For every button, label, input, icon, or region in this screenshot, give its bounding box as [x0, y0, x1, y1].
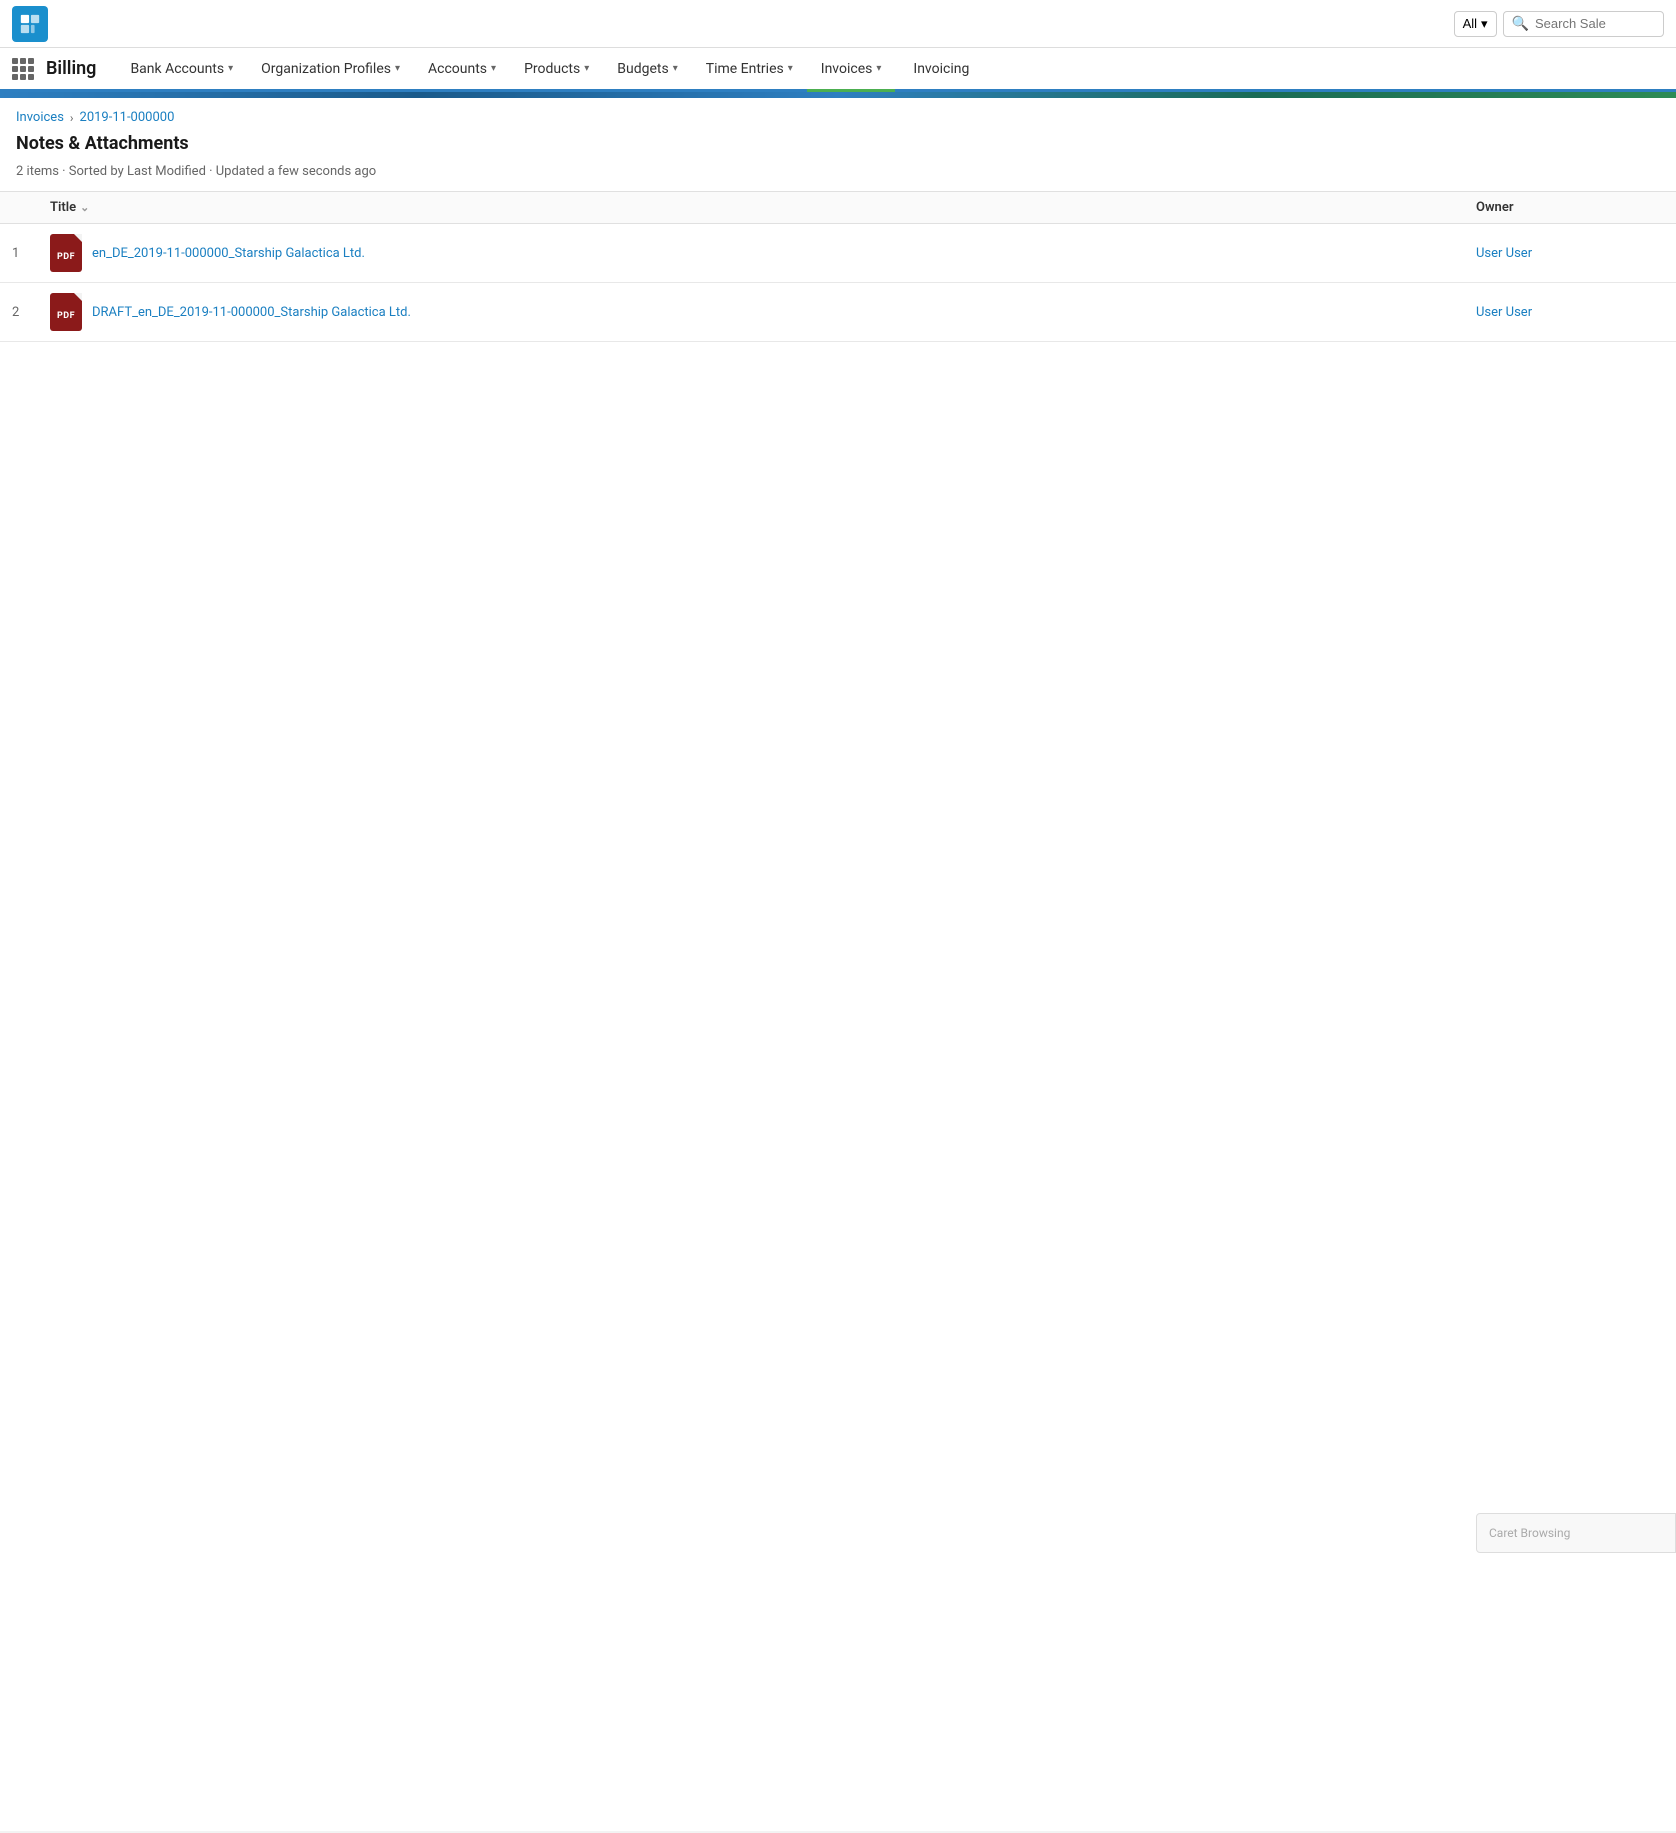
search-input[interactable] — [1535, 16, 1655, 31]
pdf-file-icon: PDF — [50, 234, 82, 272]
sort-icon: ⌄ — [80, 201, 89, 214]
table-row: 2 PDF DRAFT_en_DE_2019-11-000000_Starshi… — [0, 283, 1676, 342]
nav-item-bank-accounts[interactable]: Bank Accounts ▾ — [116, 48, 247, 92]
title-column-label: Title — [50, 200, 76, 215]
search-area: All ▾ 🔍 — [1454, 11, 1664, 37]
nav-label-org-profiles: Organization Profiles — [261, 61, 391, 77]
subtitle: 2 items · Sorted by Last Modified · Upda… — [0, 158, 1676, 191]
row-file-link[interactable]: en_DE_2019-11-000000_Starship Galactica … — [92, 246, 365, 261]
nav-label-bank-accounts: Bank Accounts — [130, 61, 224, 77]
breadcrumb-parent-link[interactable]: Invoices — [16, 110, 64, 125]
page-header: Notes & Attachments — [0, 129, 1676, 158]
pdf-file-icon: PDF — [50, 293, 82, 331]
nav-item-org-profiles[interactable]: Organization Profiles ▾ — [247, 48, 414, 92]
row-number: 1 — [0, 246, 50, 261]
nav-label-products: Products — [524, 61, 580, 77]
nav-label-accounts: Accounts — [428, 61, 487, 77]
col-title-header[interactable]: Title ⌄ — [50, 200, 1476, 215]
chevron-down-icon: ▾ — [491, 63, 496, 74]
nav-label-time-entries: Time Entries — [706, 61, 784, 77]
breadcrumb: Invoices › 2019-11-000000 — [0, 98, 1676, 129]
search-box: 🔍 — [1503, 11, 1664, 37]
grid-apps-icon[interactable] — [12, 58, 34, 80]
table-rows-container: 1 PDF en_DE_2019-11-000000_Starship Gala… — [0, 224, 1676, 342]
row-file-link[interactable]: DRAFT_en_DE_2019-11-000000_Starship Gala… — [92, 305, 411, 320]
nav-item-invoicing[interactable]: Invoicing — [899, 48, 983, 92]
pdf-label: PDF — [57, 311, 75, 321]
nav-title: Billing — [46, 58, 96, 79]
chevron-down-icon: ▾ — [673, 63, 678, 74]
nav-item-invoices[interactable]: Invoices ▾ — [807, 48, 896, 92]
pdf-label: PDF — [57, 252, 75, 262]
page-title: Notes & Attachments — [16, 133, 1660, 154]
chevron-down-icon: ▾ — [788, 63, 793, 74]
chevron-down-icon: ▾ — [876, 63, 881, 74]
nav-item-time-entries[interactable]: Time Entries ▾ — [692, 48, 807, 92]
chevron-down-icon: ▾ — [1481, 16, 1488, 32]
row-title-cell: PDF DRAFT_en_DE_2019-11-000000_Starship … — [50, 293, 1476, 331]
app-logo[interactable] — [12, 6, 48, 42]
search-icon: 🔍 — [1512, 16, 1529, 32]
row-title-cell: PDF en_DE_2019-11-000000_Starship Galact… — [50, 234, 1476, 272]
nav-label-invoices: Invoices — [821, 61, 873, 77]
table-header: Title ⌄ Owner — [0, 191, 1676, 224]
content-area: Invoices › 2019-11-000000 Notes & Attach… — [0, 98, 1676, 1831]
table-row: 1 PDF en_DE_2019-11-000000_Starship Gala… — [0, 224, 1676, 283]
all-dropdown[interactable]: All ▾ — [1454, 11, 1497, 37]
nav-bar: Billing Bank Accounts ▾ Organization Pro… — [0, 48, 1676, 92]
col-owner-header: Owner — [1476, 200, 1676, 215]
caret-browsing-tooltip: Caret Browsing — [1476, 1513, 1676, 1553]
breadcrumb-current[interactable]: 2019-11-000000 — [80, 110, 175, 125]
breadcrumb-separator: › — [70, 111, 74, 125]
nav-item-budgets[interactable]: Budgets ▾ — [603, 48, 691, 92]
row-owner[interactable]: User User — [1476, 305, 1676, 320]
row-number: 2 — [0, 305, 50, 320]
chevron-down-icon: ▾ — [584, 63, 589, 74]
all-label: All — [1463, 16, 1477, 31]
chevron-down-icon: ▾ — [395, 63, 400, 74]
row-owner[interactable]: User User — [1476, 246, 1676, 261]
nav-item-accounts[interactable]: Accounts ▾ — [414, 48, 510, 92]
nav-item-products[interactable]: Products ▾ — [510, 48, 603, 92]
chevron-down-icon: ▾ — [228, 63, 233, 74]
top-bar: All ▾ 🔍 — [0, 0, 1676, 48]
nav-label-budgets: Budgets — [617, 61, 668, 77]
nav-label-invoicing: Invoicing — [913, 61, 969, 77]
caret-browsing-label: Caret Browsing — [1489, 1526, 1570, 1540]
